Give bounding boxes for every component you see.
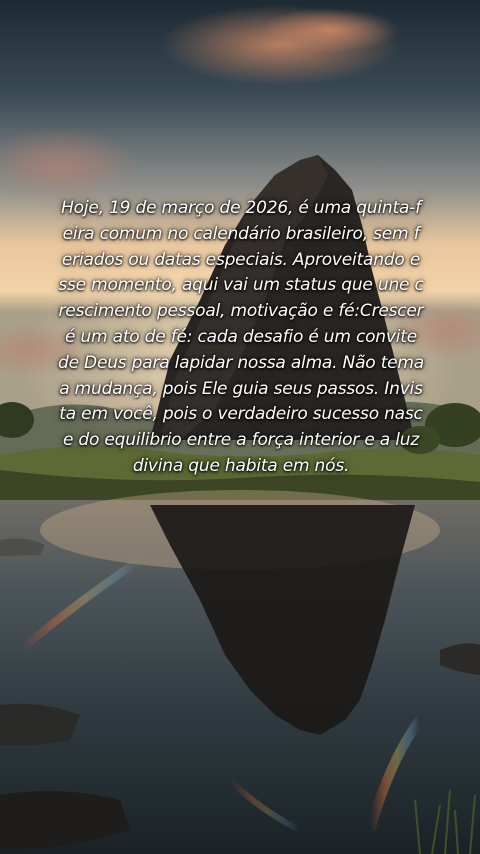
status-screen: Hoje, 19 de março de 2026, é uma quinta-… [0, 0, 480, 854]
status-message-text: Hoje, 19 de março de 2026, é uma quinta-… [58, 198, 424, 476]
